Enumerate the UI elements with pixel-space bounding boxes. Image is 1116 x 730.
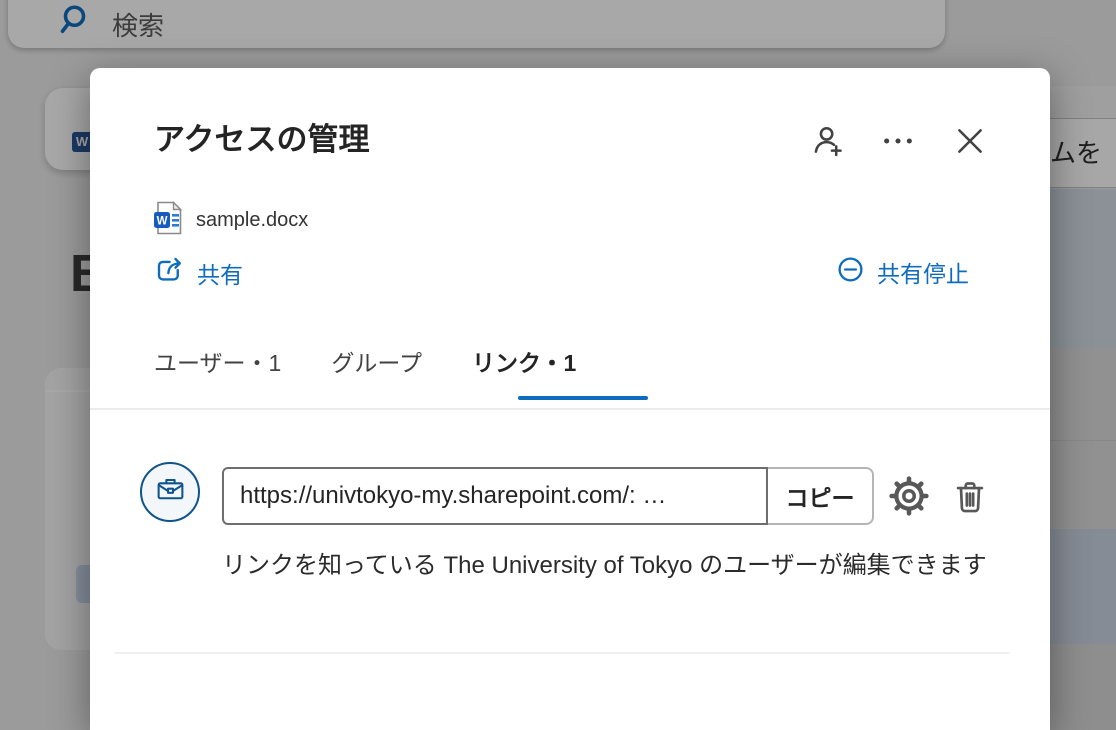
minus-circle-icon [836,255,865,289]
file-name: sample.docx [196,209,308,232]
link-type-badge [140,462,200,522]
link-url-input[interactable]: https://univtokyo-my.sharepoint.com/: … [222,467,768,525]
more-options-button[interactable] [880,124,916,160]
active-tab-indicator [518,396,648,400]
more-icon [881,146,915,161]
add-person-button[interactable] [810,124,846,160]
share-button[interactable]: 共有 [154,255,243,290]
file-row: W sample.docx [154,201,308,240]
stop-sharing-button[interactable]: 共有停止 [836,255,969,289]
tab-links[interactable]: リンク・1 [472,344,576,396]
share-label: 共有 [197,256,243,290]
word-file-icon: W [154,201,184,240]
tab-bar: ユーザー・1 グループ リンク・1 [154,344,576,396]
add-person-icon [811,146,845,161]
dialog-title: アクセスの管理 [154,114,369,159]
link-permission-description: リンクを知っている The University of Tokyo のユーザーが… [222,546,990,586]
tab-groups[interactable]: グループ [331,344,422,396]
stop-sharing-label: 共有停止 [877,255,969,289]
manage-access-dialog: アクセスの管理 [90,68,1050,730]
svg-text:W: W [157,216,168,228]
gear-icon [888,505,930,520]
link-settings-button[interactable] [888,475,930,517]
close-icon [953,146,987,161]
briefcase-icon [154,473,187,511]
tab-users[interactable]: ユーザー・1 [154,344,281,396]
close-button[interactable] [952,124,988,160]
copy-link-button[interactable]: コピー [768,467,874,525]
trash-icon [951,503,989,518]
delete-link-button[interactable] [950,477,990,517]
tab-bar-divider [90,408,1050,410]
share-icon [154,255,184,290]
section-divider [115,652,1010,654]
